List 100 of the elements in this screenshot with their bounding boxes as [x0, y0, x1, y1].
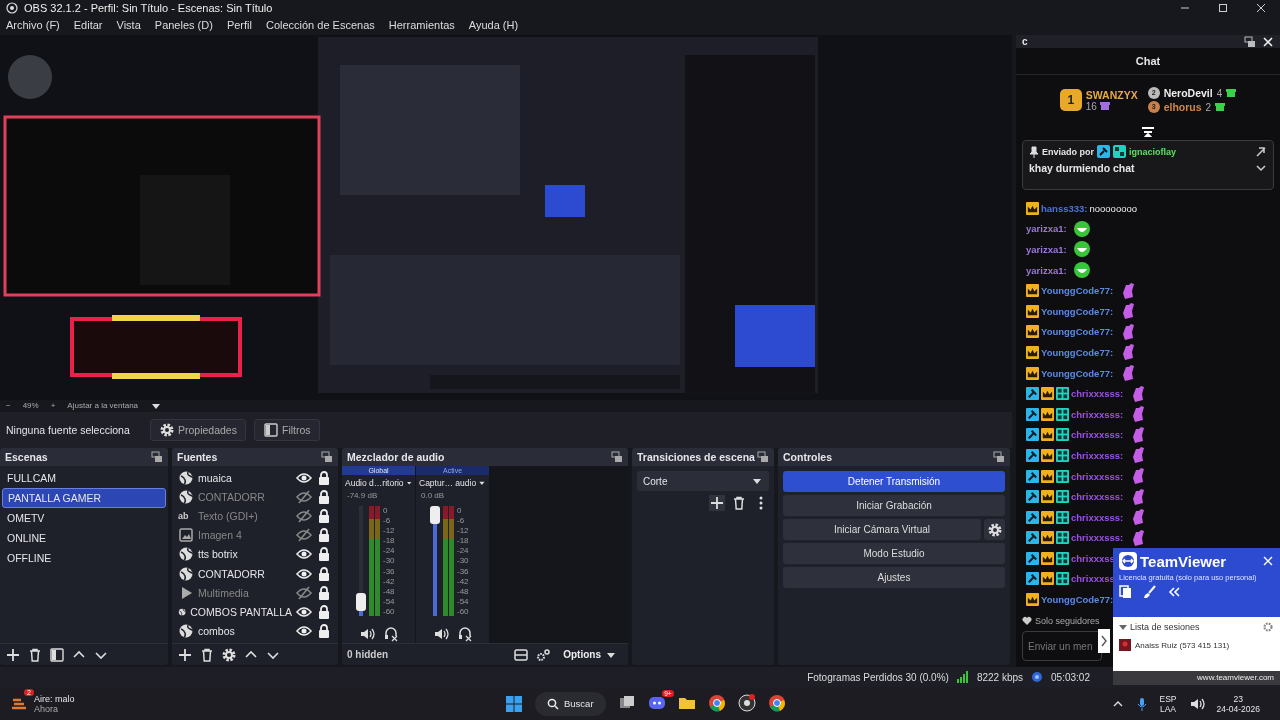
undock-icon[interactable] [151, 451, 163, 463]
transition-dropdown[interactable]: Corte [637, 471, 769, 491]
properties-button[interactable]: Propiedades [150, 419, 246, 441]
add-icon[interactable] [709, 495, 725, 511]
undock-icon[interactable] [993, 451, 1005, 463]
eye-off-icon[interactable] [296, 584, 312, 601]
search-box[interactable]: Buscar [535, 691, 606, 716]
expand-icon[interactable] [1255, 162, 1267, 174]
zoom-in-button[interactable]: + [50, 401, 56, 411]
fader-handle[interactable] [356, 593, 366, 612]
menu-item[interactable]: Colección de Escenas [265, 19, 375, 31]
chat-username[interactable]: YounggCode77: [1041, 305, 1114, 317]
trash-icon[interactable] [731, 495, 747, 511]
browser-icon[interactable] [767, 693, 786, 712]
trash-icon[interactable] [199, 646, 215, 663]
source-item[interactable]: Imagen 4 [174, 525, 336, 545]
undock-icon[interactable] [757, 451, 769, 463]
virtual-camera-settings-button[interactable] [984, 519, 1005, 540]
control-button[interactable]: Modo Estudio [783, 543, 1005, 564]
control-button[interactable]: Iniciar Cámara Virtual [783, 519, 981, 540]
options-button[interactable]: Options [557, 647, 623, 662]
scene-item[interactable]: FULLCAM [2, 468, 166, 488]
eye-off-icon[interactable] [296, 527, 312, 544]
undock-icon[interactable] [611, 451, 623, 463]
scene-item[interactable]: OFFLINE [2, 548, 166, 568]
browser-icon[interactable] [707, 693, 726, 712]
brush-icon[interactable] [1143, 585, 1157, 599]
speaker-icon[interactable] [358, 626, 375, 642]
menu-item[interactable]: Perfil [226, 19, 252, 31]
chat-username[interactable]: chrixxxss [1071, 573, 1115, 585]
source-item[interactable]: tts botrix [174, 544, 336, 565]
fader-handle[interactable] [430, 506, 440, 524]
menu-item[interactable]: Archivo (F) [6, 19, 60, 31]
undock-icon[interactable] [1244, 35, 1256, 48]
add-icon[interactable] [177, 646, 193, 663]
lock-icon[interactable] [316, 527, 332, 544]
speaker-icon[interactable] [432, 626, 449, 642]
chat-username[interactable]: chrixxxsss: [1071, 532, 1124, 544]
eye-off-icon[interactable] [296, 508, 312, 525]
lock-icon[interactable] [316, 508, 332, 525]
lock-icon[interactable] [316, 604, 332, 621]
lock-icon[interactable] [316, 565, 332, 582]
source-item[interactable]: Multimedia [174, 583, 336, 603]
source-item[interactable]: ab Texto (GDI+) [174, 506, 336, 526]
add-icon[interactable] [5, 646, 21, 663]
eye-off-icon[interactable] [296, 488, 312, 505]
start-icon[interactable] [505, 694, 523, 713]
fader-track[interactable] [430, 506, 440, 616]
language-indicator[interactable]: ESP LAA [1159, 693, 1177, 714]
menu-item[interactable]: Herramientas [388, 19, 455, 31]
chat-username[interactable]: chrixxxsss: [1071, 511, 1124, 523]
lock-icon[interactable] [316, 623, 332, 640]
maximize-icon[interactable] [1218, 2, 1228, 13]
chat-username[interactable]: chrixxxsss: [1071, 491, 1124, 503]
undock-icon[interactable] [321, 451, 333, 463]
filters-button[interactable]: Filtros [253, 419, 320, 441]
trash-icon[interactable] [27, 646, 43, 663]
chat-username[interactable]: YounggCode77: [1041, 326, 1114, 338]
clock[interactable]: 23 24-04-2026 [1216, 693, 1260, 714]
control-button[interactable]: Ajustes [783, 567, 1005, 588]
headphones-icon[interactable] [456, 626, 473, 642]
caret-icon[interactable] [1119, 623, 1127, 631]
chat-username[interactable]: YounggCode77: [1041, 285, 1114, 297]
session-item[interactable]: Anaiss Ruiz (573 415 131) [1135, 640, 1230, 650]
panel-icon[interactable] [49, 646, 65, 663]
gears-icon[interactable] [535, 646, 552, 663]
source-item[interactable]: CONTADORR [174, 564, 336, 584]
headphones-icon[interactable] [382, 626, 399, 642]
chat-username[interactable]: hanss333: [1041, 202, 1088, 214]
chat-username[interactable]: chrixxxsss: [1071, 470, 1124, 482]
control-button[interactable]: Detener Transmisión [783, 471, 1005, 492]
gear-icon[interactable] [221, 646, 237, 663]
lock-icon[interactable] [316, 584, 332, 601]
source-item[interactable]: muaica [174, 468, 336, 488]
chat-username[interactable]: chrixxxsss: [1071, 449, 1124, 461]
chat-username[interactable]: yarizxa1: [1026, 223, 1067, 235]
menu-item[interactable]: Ayuda (H) [468, 19, 519, 31]
scene-item[interactable]: ONLINE [2, 528, 166, 548]
source-item[interactable]: CONTADORR [174, 487, 336, 507]
scene-item[interactable]: OMETV [2, 508, 166, 528]
double-chevron-icon[interactable] [1167, 585, 1181, 599]
recording-app-icon[interactable] [737, 693, 756, 712]
chat-username[interactable]: yarizxa1: [1026, 244, 1067, 255]
fit-to-window-dropdown[interactable]: Ajustar a la ventana [67, 401, 139, 411]
unpin-icon[interactable] [1255, 145, 1267, 158]
menu-item[interactable]: Vista [116, 19, 141, 31]
copy-icon[interactable] [1119, 585, 1133, 599]
menu-item[interactable]: Editar [73, 19, 103, 31]
control-button[interactable]: Iniciar Grabación [783, 495, 1005, 516]
layout-icon[interactable] [513, 646, 530, 663]
chat-username[interactable]: YounggCode77: [1041, 367, 1114, 379]
collapse-icon[interactable] [1141, 127, 1155, 137]
chat-username[interactable]: chrixxxsss: [1071, 408, 1124, 420]
scene-item[interactable]: PANTALLA GAMER [2, 488, 166, 508]
chat-username[interactable]: YounggCode77: [1041, 594, 1114, 606]
chat-username[interactable]: ignacioflay [1129, 146, 1177, 157]
chat-username[interactable]: yarizxa1: [1026, 264, 1067, 276]
chat-input-field[interactable]: Enviar un men [1022, 631, 1102, 661]
chat-username[interactable]: chrixxxss [1071, 552, 1115, 564]
microphone-icon[interactable] [1135, 696, 1148, 711]
